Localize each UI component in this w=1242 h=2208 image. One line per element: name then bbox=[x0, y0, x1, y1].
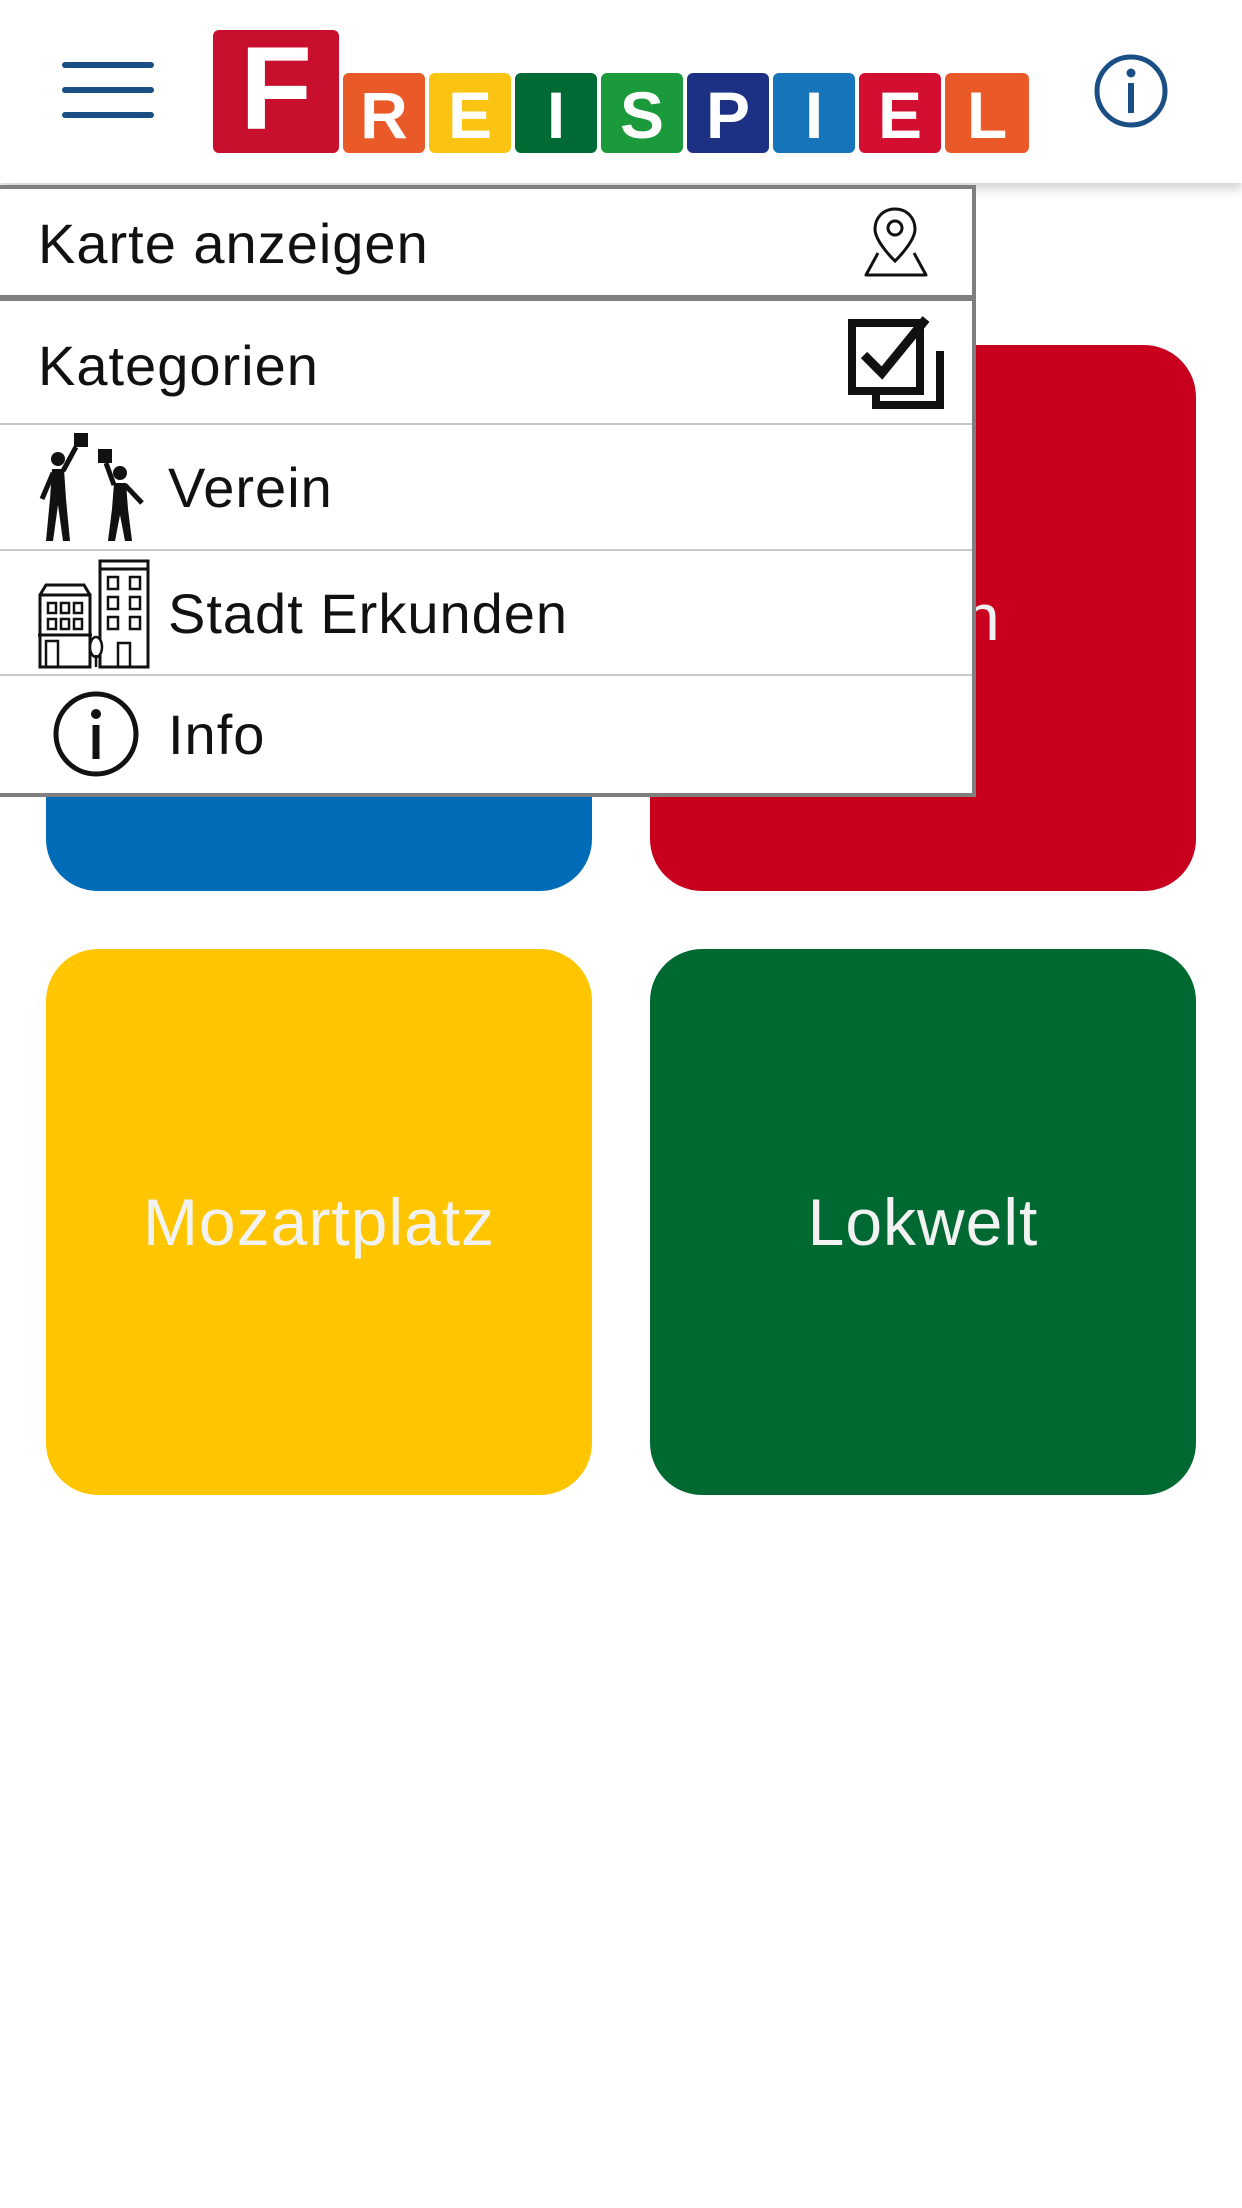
menu-item-label: Verein bbox=[168, 456, 333, 519]
menu-item-stadt-erkunden[interactable]: Stadt Erkunden bbox=[0, 551, 972, 676]
menu-item-kategorien[interactable]: Kategorien bbox=[0, 307, 972, 425]
map-pin-icon bbox=[864, 207, 928, 277]
logo-letter: F bbox=[213, 30, 339, 153]
people-playing-icon bbox=[39, 433, 144, 541]
tile-label: Lokwelt bbox=[807, 1185, 1039, 1259]
menu-item-label: Info bbox=[168, 703, 266, 766]
dropdown-menu: Karte anzeigen Kategorien Verein Stadt E… bbox=[0, 185, 976, 797]
app-header: F R E I S P I E L bbox=[0, 0, 1242, 183]
hamburger-line bbox=[62, 87, 154, 93]
hamburger-menu-icon[interactable] bbox=[62, 62, 154, 120]
menu-item-verein[interactable]: Verein bbox=[0, 425, 972, 551]
logo-letter: I bbox=[773, 73, 855, 153]
info-circle-icon bbox=[53, 691, 139, 777]
category-tile-mozartplatz[interactable]: Mozartplatz bbox=[46, 949, 592, 1495]
menu-item-label: Stadt Erkunden bbox=[168, 582, 569, 645]
logo-letter: P bbox=[687, 73, 769, 153]
freispiel-logo: F R E I S P I E L bbox=[213, 30, 1029, 153]
logo-letter: E bbox=[429, 73, 511, 153]
logo-letter: S bbox=[601, 73, 683, 153]
logo-letter: R bbox=[343, 73, 425, 153]
info-circle-icon-svg bbox=[1094, 54, 1168, 128]
hamburger-line bbox=[62, 112, 154, 118]
menu-item-label: Karte anzeigen bbox=[38, 212, 429, 275]
checkbox-stack-icon bbox=[848, 316, 944, 409]
category-tile-lokwelt[interactable]: Lokwelt bbox=[650, 949, 1196, 1495]
logo-letter: I bbox=[515, 73, 597, 153]
menu-item-karte-anzeigen[interactable]: Karte anzeigen bbox=[0, 189, 972, 301]
hamburger-line bbox=[62, 62, 154, 68]
logo-letter: L bbox=[945, 73, 1029, 153]
info-circle-icon[interactable] bbox=[1094, 54, 1168, 128]
menu-item-label: Kategorien bbox=[38, 334, 319, 397]
logo-letter: E bbox=[859, 73, 941, 153]
menu-item-info[interactable]: Info bbox=[0, 676, 972, 793]
city-buildings-icon bbox=[38, 559, 150, 669]
tile-label: Mozartplatz bbox=[142, 1185, 496, 1259]
